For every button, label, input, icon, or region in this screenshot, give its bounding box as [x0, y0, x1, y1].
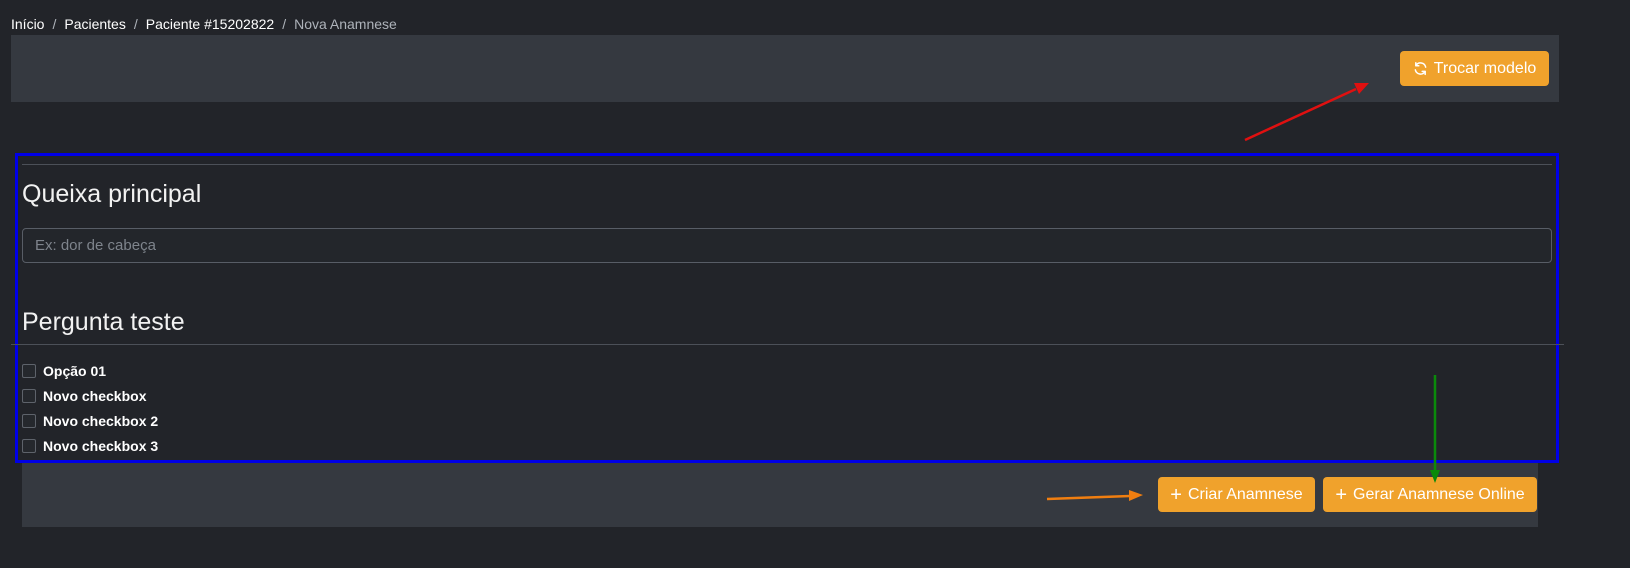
breadcrumb: Início / Pacientes / Paciente #15202822 / Nova…	[11, 15, 397, 33]
breadcrumb-separator: /	[52, 16, 57, 32]
checkbox-option-1[interactable]: Opção 01	[22, 362, 106, 380]
question-title-queixa: Queixa principal	[22, 180, 202, 208]
refresh-icon	[1413, 61, 1428, 76]
queixa-principal-input[interactable]	[22, 228, 1552, 263]
checkbox-option-4[interactable]: Novo checkbox 3	[22, 437, 158, 455]
divider	[11, 344, 1564, 345]
header-toolbar	[11, 35, 1559, 102]
checkbox-label: Novo checkbox 3	[43, 438, 159, 454]
divider	[22, 164, 1552, 165]
breadcrumb-inicio-link[interactable]: Início	[11, 16, 44, 32]
breadcrumb-separator: /	[282, 16, 287, 32]
swap-template-label: Trocar modelo	[1433, 59, 1537, 77]
breadcrumb-paciente-link[interactable]: Paciente #15202822	[146, 16, 274, 32]
checkbox-option-2[interactable]: Novo checkbox	[22, 387, 146, 405]
breadcrumb-pacientes-link[interactable]: Pacientes	[64, 16, 125, 32]
checkbox[interactable]	[22, 414, 36, 428]
generate-online-anamnesis-label: Gerar Anamnese Online	[1353, 485, 1525, 503]
checkbox[interactable]	[22, 364, 36, 378]
checkbox[interactable]	[22, 439, 36, 453]
plus-icon: +	[1335, 483, 1348, 506]
breadcrumb-current: Nova Anamnese	[294, 16, 397, 32]
checkbox-option-3[interactable]: Novo checkbox 2	[22, 412, 158, 430]
checkbox-label: Novo checkbox	[43, 388, 147, 404]
swap-template-button[interactable]: Trocar modelo	[1400, 51, 1549, 86]
checkbox[interactable]	[22, 389, 36, 403]
create-anamnesis-label: Criar Anamnese	[1187, 485, 1303, 503]
plus-icon: +	[1170, 483, 1182, 506]
breadcrumb-separator: /	[133, 16, 138, 32]
question-title-pergunta: Pergunta teste	[22, 308, 185, 336]
anamnesis-form-highlight	[15, 153, 1559, 463]
create-anamnesis-button[interactable]: + Criar Anamnese	[1158, 477, 1315, 512]
generate-online-anamnesis-button[interactable]: + Gerar Anamnese Online	[1323, 477, 1537, 512]
checkbox-label: Novo checkbox 2	[43, 413, 159, 429]
checkbox-label: Opção 01	[43, 363, 107, 379]
